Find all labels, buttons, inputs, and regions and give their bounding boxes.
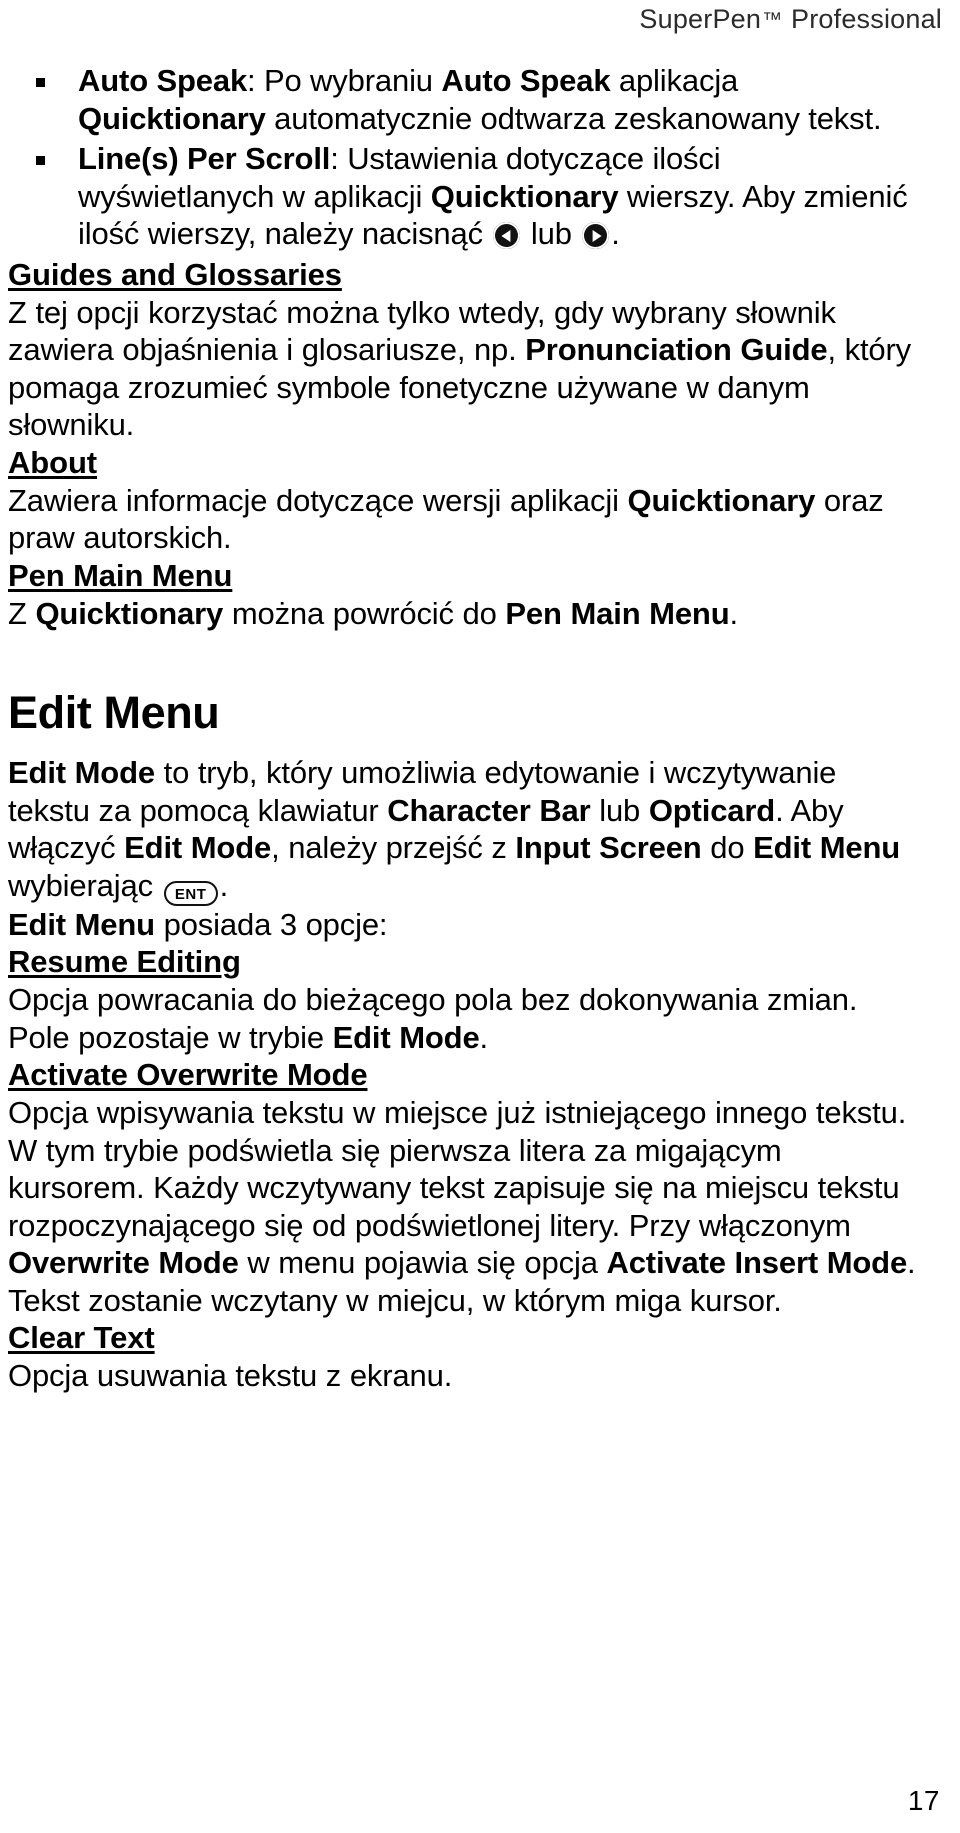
document-page: SuperPen™ Professional Auto Speak: Po wy… (0, 0, 960, 1833)
option-body-clear-text: Opcja usuwania tekstu z ekranu. (8, 1358, 453, 1393)
emphasis-text: Edit Menu (8, 906, 155, 942)
emphasis-text: Auto Speak (441, 63, 611, 98)
emphasis-text: Line(s) Per Scroll (78, 141, 331, 176)
emphasis-text: Pen Main Menu (505, 595, 730, 631)
header-product: SuperPen (639, 4, 762, 34)
settings-bullet-list: Auto Speak: Po wybraniu Auto Speak aplik… (8, 62, 916, 253)
emphasis-text: Quicktionary (627, 482, 816, 518)
list-item: Line(s) Per Scroll: Ustawienia dotyczące… (8, 140, 916, 253)
emphasis-text: Edit Menu (753, 830, 901, 865)
emphasis-text: Pronunciation Guide (525, 332, 828, 367)
emphasis-text: Input Screen (515, 830, 702, 865)
chapter-options-count-line: Edit Menu posiada 3 opcje: (8, 906, 388, 942)
section-heading-about: About (8, 444, 98, 480)
vertical-spacer (8, 632, 916, 686)
scroll-down-circle-icon (582, 222, 610, 249)
emphasis-text: Quicktionary (78, 100, 266, 136)
bullet-text-1: Line(s) Per Scroll: Ustawienia dotyczące… (78, 141, 908, 251)
square-bullet-icon (36, 78, 45, 87)
emphasis-text: Character Bar (387, 792, 591, 828)
trademark-icon: ™ (762, 9, 783, 31)
page-content: Auto Speak: Po wybraniu Auto Speak aplik… (8, 62, 916, 1395)
emphasis-text: Edit Mode (332, 1019, 480, 1055)
list-item: Auto Speak: Po wybraniu Auto Speak aplik… (8, 62, 916, 137)
section-body-about: Zawiera informacje dotyczące wersji apli… (8, 482, 884, 556)
option-body-activate-overwrite-mode: Opcja wpisywania tekstu w miejsce już is… (8, 1095, 916, 1318)
emphasis-text: Overwrite Mode (8, 1245, 239, 1280)
section-heading-guides-and-glossaries: Guides and Glossaries (8, 256, 342, 292)
emphasis-text: Opticard (648, 792, 776, 828)
header-edition: Professional (791, 4, 942, 34)
section-body-guides-and-glossaries: Z tej opcji korzystać można tylko wtedy,… (8, 294, 912, 443)
option-body-resume-editing: Opcja powracania do bieżącego pola bez d… (8, 982, 858, 1055)
option-heading-activate-overwrite-mode: Activate Overwrite Mode (8, 1057, 368, 1092)
vertical-spacer (8, 740, 916, 754)
emphasis-text: Edit Mode (8, 755, 155, 790)
chapter-title-edit-menu: Edit Menu (8, 687, 220, 738)
section-heading-pen-main-menu: Pen Main Menu (8, 557, 233, 593)
emphasis-text: Quicktionary (430, 178, 619, 214)
option-heading-resume-editing: Resume Editing (8, 944, 241, 979)
ent-key-icon: ENT (163, 880, 218, 906)
emphasis-text: Quicktionary (35, 595, 224, 631)
running-header: SuperPen™ Professional (0, 2, 942, 37)
chapter-intro-paragraph: Edit Mode to tryb, który umożliwia edyto… (8, 754, 916, 906)
square-bullet-icon (36, 156, 45, 165)
emphasis-text: Activate Insert Mode (606, 1245, 908, 1280)
bullet-text-0: Auto Speak: Po wybraniu Auto Speak aplik… (78, 63, 882, 136)
emphasis-text: Edit Mode (124, 830, 272, 865)
section-body-pen-main-menu: Z Quicktionary można powrócić do Pen Mai… (8, 595, 738, 631)
option-heading-clear-text: Clear Text (8, 1320, 155, 1355)
page-number: 17 (907, 1785, 940, 1816)
emphasis-text: Auto Speak (78, 63, 248, 98)
scroll-up-circle-icon (493, 222, 521, 249)
